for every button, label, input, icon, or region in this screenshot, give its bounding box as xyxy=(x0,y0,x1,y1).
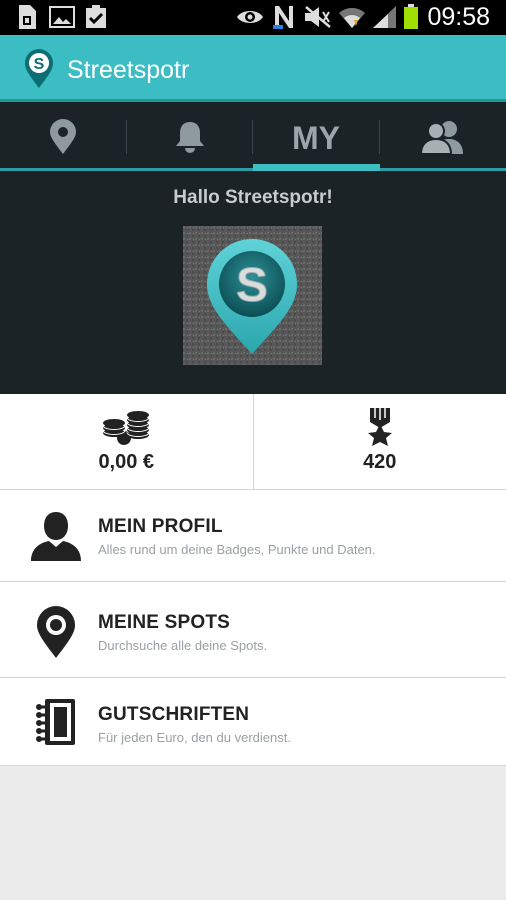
app-bar: S Streetspotr xyxy=(0,35,506,102)
menu-item-title: MEIN PROFIL xyxy=(98,516,223,537)
location-pin-icon xyxy=(28,604,84,660)
bell-icon xyxy=(175,121,204,153)
battery-icon xyxy=(402,4,420,30)
balance-stat[interactable]: 0,00 € xyxy=(0,394,253,489)
points-value: 420 xyxy=(363,451,397,473)
mute-icon xyxy=(302,4,334,30)
person-icon xyxy=(28,508,84,564)
menu-item-title: GUTSCHRIFTEN xyxy=(98,704,250,725)
image-icon xyxy=(48,4,76,30)
menu-item-profile[interactable]: MEIN PROFIL Alles rund um deine Badges, … xyxy=(0,490,506,582)
app-title: Streetspotr xyxy=(67,56,190,84)
points-stat[interactable]: 420 xyxy=(252,394,506,489)
menu-list: MEIN PROFIL Alles rund um deine Badges, … xyxy=(0,490,506,766)
people-icon xyxy=(419,120,463,155)
signal-icon xyxy=(372,4,398,30)
tab-notifications[interactable] xyxy=(126,102,253,171)
stats-row: 0,00 € 420 xyxy=(0,394,506,490)
tab-my-label: MY xyxy=(292,122,340,152)
status-bar: 09:58 xyxy=(0,0,506,35)
tab-map[interactable] xyxy=(0,102,127,171)
menu-item-title: MEINE SPOTS xyxy=(98,612,231,633)
map-pin-icon xyxy=(50,118,77,154)
tab-friends[interactable] xyxy=(379,102,506,171)
sim-card-icon xyxy=(14,4,40,30)
avatar[interactable]: S xyxy=(183,226,322,365)
balance-value: 0,00 € xyxy=(98,451,155,473)
app-logo-letter: S xyxy=(34,56,45,73)
menu-item-subtitle: Alles rund um deine Badges, Punkte und D… xyxy=(98,542,376,557)
menu-item-spots[interactable]: MEINE SPOTS Durchsuche alle deine Spots. xyxy=(0,582,506,678)
tab-bar: MY xyxy=(0,102,506,171)
coins-icon xyxy=(102,411,150,445)
tab-my[interactable]: MY xyxy=(253,102,380,171)
avatar-logo-icon: S xyxy=(183,226,322,365)
medal-icon xyxy=(367,408,392,446)
clock: 09:58 xyxy=(427,3,490,31)
app-logo-icon[interactable]: S xyxy=(24,49,54,89)
wifi-icon xyxy=(338,4,366,30)
nfc-icon xyxy=(272,4,296,30)
profile-header: Hallo Streetspotr! S xyxy=(0,171,506,394)
menu-item-subtitle: Durchsuche alle deine Spots. xyxy=(98,638,268,653)
menu-item-credits[interactable]: GUTSCHRIFTEN Für jeden Euro, den du verd… xyxy=(0,678,506,766)
eye-icon xyxy=(236,4,264,30)
notebook-icon xyxy=(28,694,84,750)
menu-item-subtitle: Für jeden Euro, den du verdienst. xyxy=(98,730,291,745)
svg-text:MY: MY xyxy=(292,122,340,152)
greeting-text: Hallo Streetspotr! xyxy=(173,187,333,208)
clipboard-check-icon xyxy=(83,4,109,30)
avatar-letter: S xyxy=(236,259,268,312)
